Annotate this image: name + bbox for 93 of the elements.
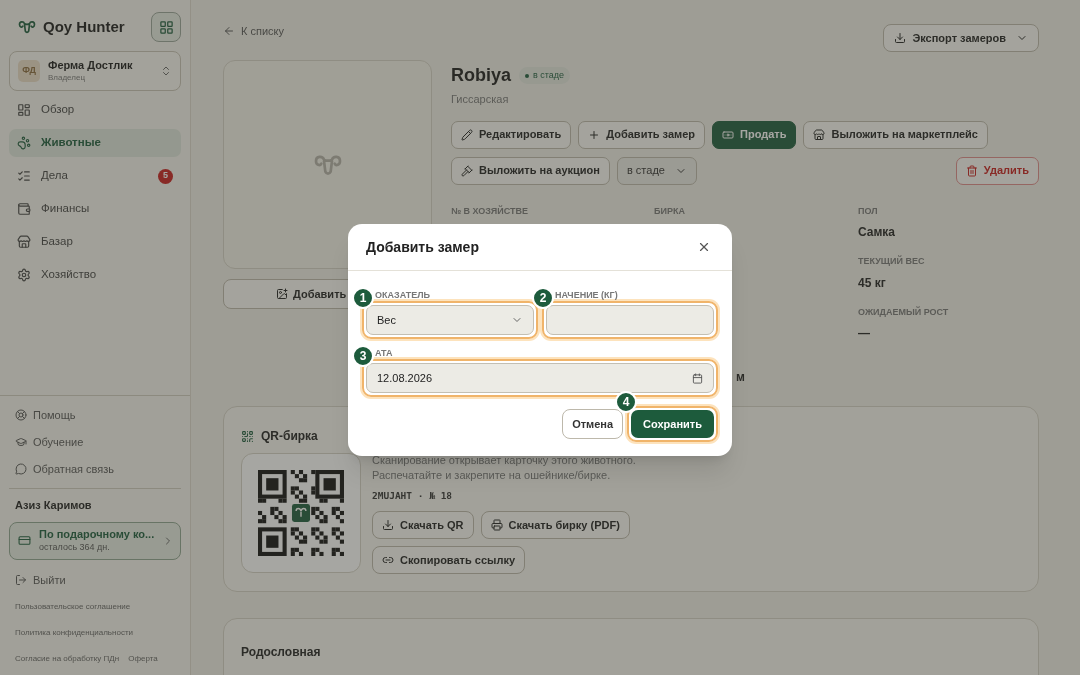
logout-link[interactable]: Выйти xyxy=(15,571,66,588)
save-button[interactable]: Сохранить xyxy=(631,410,714,438)
chat-bubble-icon xyxy=(15,463,27,475)
plan-card[interactable]: По подарочному ко... осталось 364 дн. xyxy=(9,521,181,560)
brand-name: Qoy Hunter xyxy=(43,16,125,37)
farm-role: Владелец xyxy=(48,72,86,83)
legal-link[interactable]: Согласие на обработку ПДн xyxy=(15,653,120,665)
date-input[interactable]: 12.08.2026 xyxy=(366,363,714,393)
field-label: ТЕКУЩИЙ ВЕС xyxy=(858,255,926,268)
action-button[interactable]: Выложить на аукцион xyxy=(451,156,610,185)
pencil-icon xyxy=(461,128,473,141)
nav-item[interactable]: Хозяйство xyxy=(9,261,181,289)
settings-icon xyxy=(17,268,31,282)
chevrons-icon xyxy=(160,65,172,77)
store-icon xyxy=(17,235,31,249)
field-label: НАЧЕНИЕ (КГ) xyxy=(555,289,618,301)
nav-item[interactable]: Обзор xyxy=(9,96,181,124)
nav-item[interactable]: Базар xyxy=(9,228,181,256)
action-button[interactable]: Выложить на маркетплейс xyxy=(803,120,988,149)
field-label: ПОЛ xyxy=(858,204,879,218)
user-name: Азиз Каримов xyxy=(14,498,93,513)
qr-description: Сканирование открывает карточку этого животного. Распечатайте и закрепите на ошейнике/бирке. xyxy=(372,453,637,483)
field-label: ОЖИДАЕМЫЙ РОСТ xyxy=(858,305,950,319)
card-title: Родословная xyxy=(241,645,321,660)
breed-text: Гиссарская xyxy=(451,92,510,107)
field-label: ОКАЗАТЕЛЬ xyxy=(375,289,430,301)
plan-subtitle: осталось 364 дн. xyxy=(39,541,111,553)
qr-action-button[interactable]: Скачать QR xyxy=(372,511,474,540)
apps-button[interactable] xyxy=(151,12,181,42)
paw-icon xyxy=(17,136,31,150)
qr-action-button[interactable]: Скопировать ссылку xyxy=(372,546,526,575)
action-button[interactable]: Продать xyxy=(712,120,797,149)
count-badge: 5 xyxy=(158,168,173,184)
step-badge: 2 xyxy=(532,287,554,309)
dialog-title: Добавить замер xyxy=(366,237,479,257)
gavel-icon xyxy=(461,164,473,177)
field-value: 45 кг xyxy=(858,274,886,292)
field-value: Самка xyxy=(858,224,896,241)
animal-name: Robiya xyxy=(451,64,511,87)
field-value: — xyxy=(858,325,870,342)
credit-card-icon xyxy=(18,534,31,547)
close-icon xyxy=(697,240,711,254)
farm-name: Ферма Достлик xyxy=(48,59,134,73)
step-badge: 1 xyxy=(352,287,374,309)
nav-item[interactable]: Финансы xyxy=(9,195,181,223)
action-button[interactable]: Редактировать xyxy=(451,120,572,149)
arrow-left-icon xyxy=(223,25,235,37)
legal-link[interactable]: Пользовательское соглашение xyxy=(15,601,131,613)
download-icon xyxy=(382,519,394,532)
status-badge: в стаде xyxy=(519,67,571,84)
back-link[interactable]: К списку xyxy=(223,22,284,40)
farm-switcher[interactable]: ФД Ферма Достлик Владелец xyxy=(9,51,181,91)
legal-link[interactable]: Политика конфиденциальности xyxy=(15,627,134,639)
status-select[interactable]: в стаде xyxy=(616,156,697,185)
image-plus-icon xyxy=(276,288,288,300)
cancel-button[interactable]: Отмена xyxy=(562,409,624,439)
action-button[interactable]: Добавить замер xyxy=(578,120,705,149)
store-icon xyxy=(813,128,826,141)
legal-link[interactable]: Оферта xyxy=(128,653,158,665)
farm-avatar: ФД xyxy=(18,60,40,82)
help-link[interactable]: Обучение xyxy=(15,433,84,451)
step-badge: 4 xyxy=(615,391,638,413)
nav-item[interactable]: Дела 5 xyxy=(9,162,181,190)
graduation-cap-icon xyxy=(15,436,27,448)
calendar-icon xyxy=(692,372,703,384)
qr-code-text: 2MUJAHT · № 18 xyxy=(372,489,454,503)
value-input[interactable] xyxy=(546,305,714,335)
plan-title: По подарочному ко... xyxy=(39,528,155,542)
action-button[interactable]: Удалить xyxy=(955,156,1039,185)
checklist-icon xyxy=(17,169,31,183)
wallet-icon xyxy=(17,202,31,216)
qr-action-button[interactable]: Скачать бирку (PDF) xyxy=(480,511,630,540)
step-badge: 3 xyxy=(352,345,374,367)
help-link[interactable]: Помощь xyxy=(15,406,76,424)
field-label: № В ХОЗЯЙСТВЕ xyxy=(451,204,529,218)
download-icon xyxy=(894,32,907,44)
help-link[interactable]: Обратная связь xyxy=(15,460,115,478)
metric-select[interactable]: Вес xyxy=(366,305,534,335)
field-label: АТА xyxy=(375,347,393,359)
qr-icon xyxy=(241,429,254,443)
printer-icon xyxy=(490,519,503,532)
logout-icon xyxy=(15,573,27,586)
nav-item[interactable]: Животные xyxy=(9,129,181,157)
trash-icon xyxy=(965,164,978,177)
dashboard-icon xyxy=(17,103,31,117)
field-value: м xyxy=(736,369,745,386)
field-label: БИРКА xyxy=(654,204,686,218)
plus-icon xyxy=(588,128,601,141)
export-button[interactable]: Экспорт замеров xyxy=(883,24,1039,52)
banknote-icon xyxy=(722,128,734,141)
card-title: QR-бирка xyxy=(261,428,318,445)
lifebuoy-icon xyxy=(15,409,27,421)
grid-icon xyxy=(158,19,174,35)
